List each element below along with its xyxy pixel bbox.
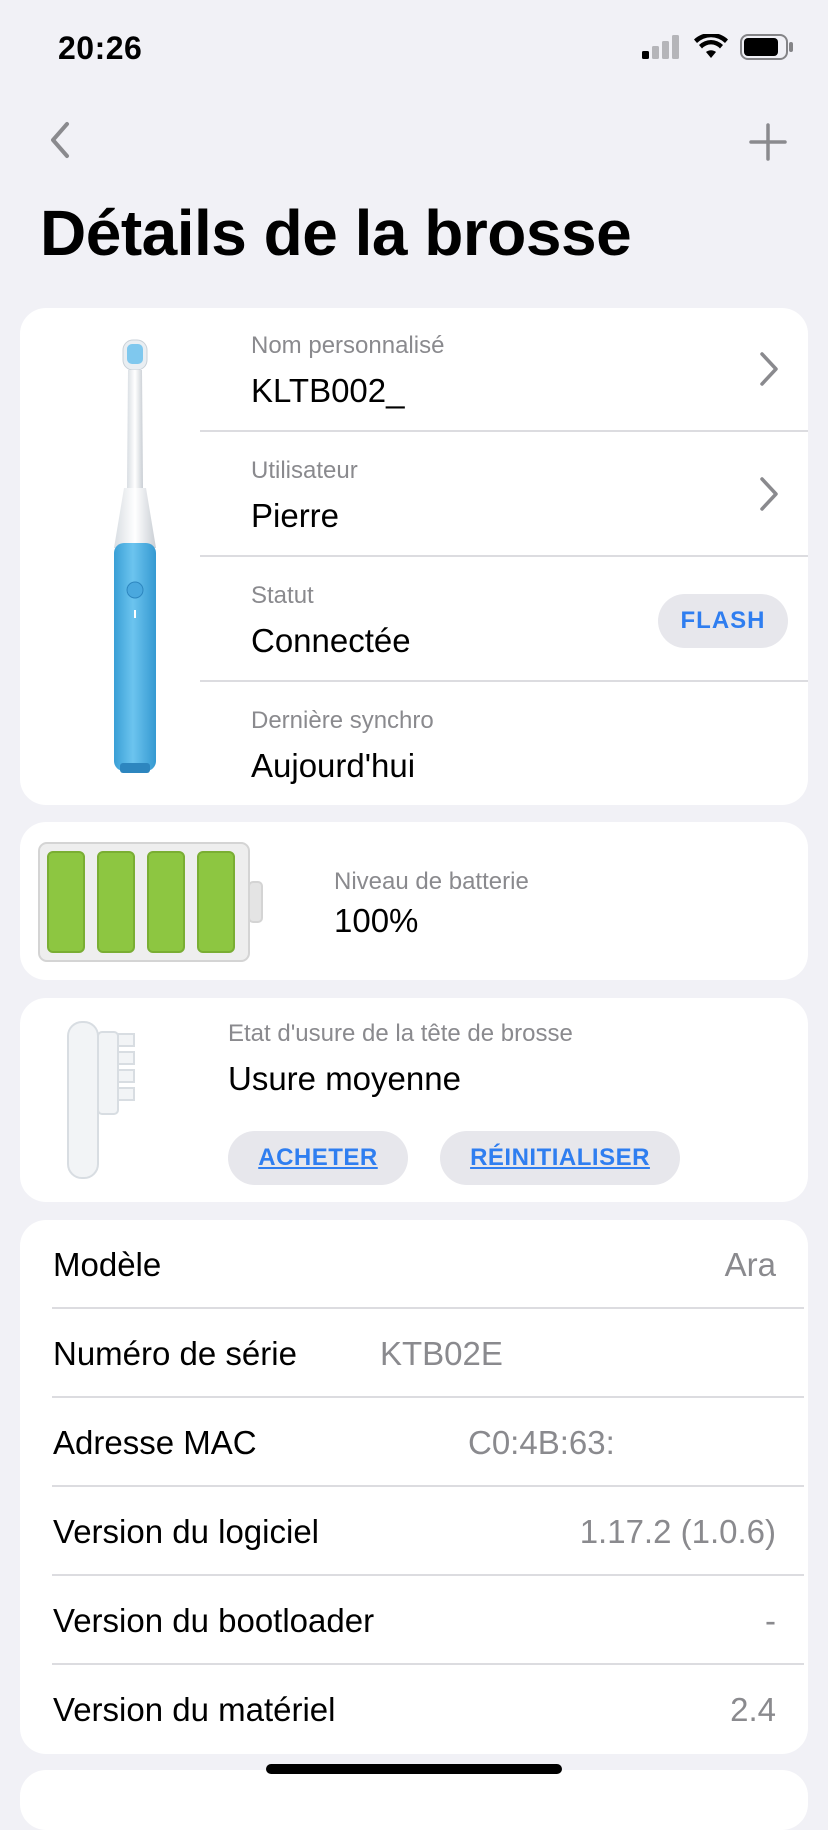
spec-row-model: Modèle Ara	[20, 1220, 808, 1309]
cellular-signal-icon	[642, 35, 679, 59]
page-title: Détails de la brosse	[40, 197, 632, 269]
battery-icon	[740, 34, 793, 60]
spec-row-serial: Numéro de série KTB02E	[20, 1309, 808, 1398]
plus-icon	[749, 123, 787, 161]
toothbrush-image	[114, 339, 156, 773]
spec-key: Version du bootloader	[53, 1602, 375, 1639]
battery-card: Niveau de batterie 100%	[20, 822, 808, 980]
spec-key: Version du logiciel	[53, 1513, 319, 1550]
spec-key: Modèle	[53, 1246, 162, 1283]
battery-cell	[47, 851, 85, 953]
home-indicator[interactable]	[266, 1764, 562, 1774]
buy-button[interactable]: ACHETER	[228, 1131, 408, 1185]
battery-cell	[97, 851, 135, 953]
status-bar: 20:26	[0, 0, 828, 100]
back-button[interactable]	[40, 118, 80, 162]
user-row[interactable]: Utilisateur Pierre	[200, 433, 808, 557]
flash-button[interactable]: FLASH	[658, 594, 788, 648]
spec-row-mac: Adresse MAC C0:4B:63:	[20, 1398, 808, 1487]
battery-cell	[147, 851, 185, 953]
spec-key: Numéro de série	[53, 1335, 297, 1372]
chevron-right-icon	[760, 477, 778, 511]
wifi-icon	[694, 34, 728, 58]
spec-value: Ara	[724, 1246, 776, 1283]
spec-key: Version du matériel	[53, 1691, 336, 1728]
spec-key: Adresse MAC	[53, 1424, 257, 1461]
battery-value: 100%	[334, 902, 419, 939]
spec-value: 2.4	[730, 1691, 776, 1728]
status-label: Statut	[251, 582, 314, 609]
spec-value: -	[765, 1602, 776, 1639]
spec-row-bootloader: Version du bootloader -	[20, 1576, 808, 1665]
custom-name-value: KLTB002_	[251, 372, 405, 409]
spec-value: C0:4B:63:	[468, 1424, 615, 1461]
reset-button[interactable]: RÉINITIALISER	[440, 1131, 680, 1185]
brush-head-wear-value: Usure moyenne	[228, 1060, 461, 1097]
spec-row-software: Version du logiciel 1.17.2 (1.0.6)	[20, 1487, 808, 1576]
custom-name-label: Nom personnalisé	[251, 332, 445, 359]
battery-label: Niveau de batterie	[334, 868, 529, 895]
battery-level-icon	[38, 842, 263, 962]
spec-value: KTB02E	[380, 1335, 503, 1372]
chevron-right-icon	[760, 352, 778, 386]
user-value: Pierre	[251, 497, 340, 534]
last-sync-row: Dernière synchro Aujourd'hui	[200, 683, 808, 805]
brush-head-wear-label: Etat d'usure de la tête de brosse	[228, 1020, 573, 1047]
battery-cell	[197, 851, 235, 953]
custom-name-row[interactable]: Nom personnalisé KLTB002_	[200, 308, 808, 432]
next-card	[20, 1770, 808, 1830]
status-icons	[642, 34, 794, 60]
status-value: Connectée	[251, 622, 411, 659]
spec-value: 1.17.2 (1.0.6)	[579, 1513, 776, 1550]
brush-head-card: Etat d'usure de la tête de brosse Usure …	[20, 998, 808, 1202]
status-time: 20:26	[58, 30, 143, 66]
last-sync-value: Aujourd'hui	[251, 747, 416, 784]
specs-card: Modèle Ara Numéro de série KTB02E Adress…	[20, 1220, 808, 1754]
user-label: Utilisateur	[251, 457, 358, 484]
status-row: Statut Connectée FLASH	[200, 558, 808, 682]
brush-head-icon	[67, 1021, 135, 1179]
add-button[interactable]	[744, 118, 792, 166]
spec-row-hardware: Version du matériel 2.4	[20, 1665, 808, 1754]
device-info-card: Nom personnalisé KLTB002_ Utilisateur Pi…	[20, 308, 808, 805]
chevron-left-icon	[51, 122, 69, 158]
last-sync-label: Dernière synchro	[251, 707, 434, 734]
